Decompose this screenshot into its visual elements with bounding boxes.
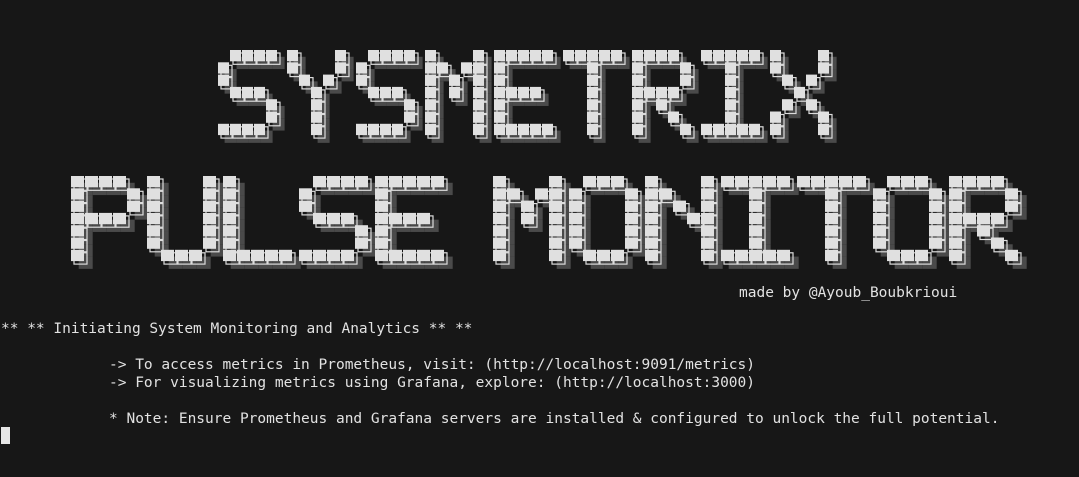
setup-note: * Note: Ensure Prometheus and Grafana se… — [109, 411, 1000, 427]
grafana-link-line: -> For visualizing metrics using Grafana… — [109, 375, 756, 391]
banner-art — [71, 50, 1027, 269]
banner-line-1 — [218, 50, 837, 143]
terminal-window[interactable]: made by @Ayoub_Boubkrioui ** ** Initiati… — [0, 0, 1079, 477]
prometheus-link-line: -> To access metrics in Prometheus, visi… — [109, 357, 756, 373]
terminal-cursor — [1, 427, 10, 444]
ascii-banner — [0, 0, 1079, 300]
banner-line-2 — [71, 176, 1027, 269]
author-credit: made by @Ayoub_Boubkrioui — [739, 285, 958, 301]
monitoring-heading: ** ** Initiating System Monitoring and A… — [1, 321, 473, 337]
